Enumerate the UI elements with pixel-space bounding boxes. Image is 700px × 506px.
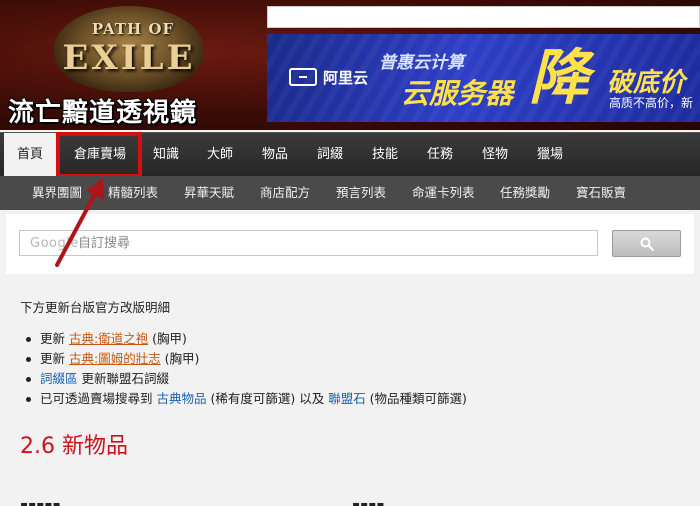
subnav-item-vendor-recipes[interactable]: 商店配方 (260, 176, 310, 210)
bullet-prefix: 已可透過賣場搜尋到 (40, 391, 157, 406)
link-classic-chest-1[interactable]: 古典:衛道之袍 (69, 331, 148, 346)
nav-item-quests[interactable]: 任務 (427, 133, 453, 177)
nav-item-monsters[interactable]: 怪物 (482, 133, 508, 177)
update-list: 更新 古典:衛道之袍 (胸甲) 更新 古典:圖姆的壯志 (胸甲) 詞綴區 更新聯… (22, 329, 467, 409)
bullet-prefix: 更新 (40, 351, 69, 366)
intro-text: 下方更新台版官方改版明細 (20, 300, 171, 315)
link-classic-items[interactable]: 古典物品 (156, 391, 206, 406)
nav-item-warehouse-market[interactable]: 倉庫賣場 (74, 133, 126, 177)
google-brand-mark: Google (30, 236, 79, 251)
logo-line2: EXILE (62, 38, 196, 78)
subnav-item-ascendancy[interactable]: 昇華天賦 (184, 176, 234, 210)
subnav-item-divination-cards[interactable]: 命運卡列表 (412, 176, 475, 210)
ad-logo-text: 阿里云 (323, 69, 369, 87)
nav-item-knowledge[interactable]: 知識 (153, 133, 179, 177)
search-input[interactable] (19, 230, 598, 256)
cut-off-text-right: ▪▪▪▪ (352, 498, 385, 506)
subnav-item-quest-rewards[interactable]: 任務獎勵 (500, 176, 550, 210)
sub-nav: 異界團圖 精髓列表 昇華天賦 商店配方 預言列表 命運卡列表 任務獎勵 寶石販賣 (0, 176, 700, 210)
bullet-suffix: (胸甲) (148, 331, 187, 346)
aliyun-logo-icon (289, 68, 317, 86)
nav-item-hunting-grounds[interactable]: 獵場 (537, 133, 563, 177)
ad-line1: 普惠云计算 (379, 53, 464, 73)
subnav-item-prophecies[interactable]: 預言列表 (336, 176, 386, 210)
section-title: 2.6 新物品 (20, 434, 128, 459)
link-classic-chest-2[interactable]: 古典:圖姆的壯志 (69, 351, 161, 366)
list-item: 更新 古典:圖姆的壯志 (胸甲) (22, 349, 467, 369)
subnav-item-essences[interactable]: 精髓列表 (108, 176, 158, 210)
ad-line2: 云服务器 (401, 77, 514, 110)
search-icon (640, 237, 654, 251)
bullet-prefix: 更新 (40, 331, 69, 346)
subnav-item-atlas[interactable]: 異界團圖 (32, 176, 82, 210)
cut-off-text-left: ▪▪▪▪▪ (20, 498, 61, 506)
bullet-middle: (稀有度可篩選) 以及 (206, 391, 329, 406)
link-league-stones[interactable]: 聯盟石 (328, 391, 366, 406)
ad-banner[interactable]: 阿里云 普惠云计算 云服务器 降 破底价 高质不高价，新 (267, 34, 700, 122)
main-nav: 首頁 倉庫賣場 知識 大師 物品 詞綴 技能 任務 怪物 獵場 (0, 132, 700, 177)
nav-item-skills[interactable]: 技能 (372, 133, 398, 177)
list-item: 更新 古典:衛道之袍 (胸甲) (22, 329, 467, 349)
site-title: 流亡黯道透視鏡 (8, 98, 198, 128)
ad-big-text: 降 (529, 43, 589, 113)
bullet-suffix: (胸甲) (160, 351, 200, 366)
bullet-suffix: (物品種類可篩選) (365, 391, 467, 406)
nav-item-items[interactable]: 物品 (262, 133, 288, 177)
list-item: 詞綴區 更新聯盟石詞綴 (22, 369, 467, 389)
site-header: PATH OF EXILE 流亡黯道透視鏡 阿里云 普惠云计算 云服务器 降 破… (0, 0, 700, 130)
search-button[interactable] (612, 230, 681, 257)
bullet-suffix: 更新聯盟石詞綴 (77, 371, 169, 386)
top-blank-bar (267, 6, 700, 28)
ad-line4: 高质不高价，新 (609, 96, 694, 110)
logo-line1: PATH OF (91, 20, 175, 38)
link-affix-area[interactable]: 詞綴區 (40, 371, 78, 386)
nav-item-home[interactable]: 首頁 (4, 133, 56, 177)
nav-item-masters[interactable]: 大師 (207, 133, 233, 177)
site-logo[interactable]: PATH OF EXILE 流亡黯道透視鏡 (8, 0, 258, 130)
subnav-item-gem-vendor[interactable]: 寶石販賣 (576, 176, 626, 210)
nav-item-affixes[interactable]: 詞綴 (317, 133, 343, 177)
list-item: 已可透過賣場搜尋到 古典物品 (稀有度可篩選) 以及 聯盟石 (物品種類可篩選) (22, 389, 467, 409)
search-panel: Google (6, 214, 694, 274)
